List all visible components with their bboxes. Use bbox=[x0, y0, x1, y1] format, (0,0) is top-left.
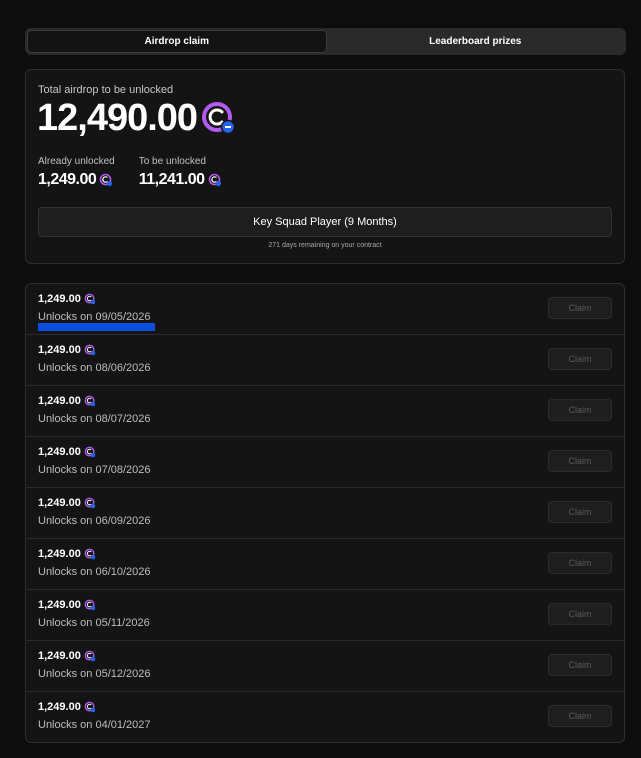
unlock-date: Unlocks on 06/09/2026 bbox=[38, 515, 151, 527]
claim-button[interactable]: Claim bbox=[548, 603, 612, 625]
already-unlocked-label: Already unlocked bbox=[38, 156, 115, 167]
unlock-amount-row: 1,249.00 bbox=[38, 548, 96, 560]
unlock-date: Unlocks on 06/10/2026 bbox=[38, 566, 151, 578]
unlock-row: 1,249.00 Unlocks on 08/06/2026 Claim bbox=[26, 335, 624, 386]
unlock-date: Unlocks on 05/12/2026 bbox=[38, 668, 151, 680]
unlock-row: 1,249.00 Unlocks on 06/10/2026 Claim bbox=[26, 539, 624, 590]
unlock-amount: 1,249.00 bbox=[38, 497, 81, 509]
token-coin-icon bbox=[84, 446, 96, 458]
unlock-amount-row: 1,249.00 bbox=[38, 344, 96, 356]
token-coin-icon bbox=[208, 173, 222, 187]
unlock-date: Unlocks on 05/11/2026 bbox=[38, 617, 150, 629]
unlock-amount: 1,249.00 bbox=[38, 446, 81, 458]
claim-button[interactable]: Claim bbox=[548, 501, 612, 523]
token-coin-icon bbox=[99, 173, 113, 187]
unlock-amount: 1,249.00 bbox=[38, 650, 81, 662]
unlock-date: Unlocks on 08/06/2026 bbox=[38, 362, 151, 374]
token-coin-icon bbox=[84, 293, 96, 305]
contract-remaining-text: 271 days remaining on your contract bbox=[268, 242, 382, 249]
claim-button[interactable]: Claim bbox=[548, 654, 612, 676]
unlock-row: 1,249.00 Unlocks on 09/05/2026 Claim bbox=[26, 284, 624, 335]
token-coin-icon bbox=[84, 701, 96, 713]
unlock-date: Unlocks on 08/07/2026 bbox=[38, 413, 151, 425]
token-coin-icon bbox=[84, 497, 96, 509]
token-coin-icon bbox=[84, 395, 96, 407]
total-airdrop-row: 12,490.00 bbox=[37, 97, 237, 139]
unlock-schedule-list: 1,249.00 Unlocks on 09/05/2026 Claim 1,249.… bbox=[25, 283, 625, 743]
unlock-date: Unlocks on 07/08/2026 bbox=[38, 464, 151, 476]
token-coin-icon bbox=[84, 344, 96, 356]
unlock-progress-bar bbox=[38, 323, 299, 331]
unlock-row: 1,249.00 Unlocks on 05/11/2026 Claim bbox=[26, 590, 624, 641]
claim-button[interactable]: Claim bbox=[548, 297, 612, 319]
unlock-row: 1,249.00 Unlocks on 08/07/2026 Claim bbox=[26, 386, 624, 437]
to-be-unlocked-label: To be unlocked bbox=[138, 156, 206, 167]
tab-bar: Airdrop claim Leaderboard prizes bbox=[25, 28, 626, 55]
unlock-date: Unlocks on 09/05/2026 bbox=[38, 311, 151, 323]
token-coin-icon bbox=[84, 599, 96, 611]
unlock-amount-row: 1,249.00 bbox=[38, 395, 96, 407]
unlock-amount-row: 1,249.00 bbox=[38, 650, 96, 662]
token-coin-icon bbox=[84, 548, 96, 560]
unlock-row: 1,249.00 Unlocks on 06/09/2026 Claim bbox=[26, 488, 624, 539]
unlock-row: 1,249.00 Unlocks on 07/08/2026 Claim bbox=[26, 437, 624, 488]
claim-button[interactable]: Claim bbox=[548, 705, 612, 727]
already-unlocked-value: 1,249.00 bbox=[38, 171, 97, 188]
unlock-amount: 1,249.00 bbox=[38, 599, 81, 611]
token-coin-icon bbox=[84, 650, 96, 662]
unlock-amount-row: 1,249.00 bbox=[38, 446, 96, 458]
unlock-amount: 1,249.00 bbox=[38, 344, 81, 356]
tab-airdrop-claim[interactable]: Airdrop claim bbox=[27, 30, 327, 53]
unlock-row: 1,249.00 Unlocks on 05/12/2026 Claim bbox=[26, 641, 624, 692]
already-unlocked-stat: Already unlocked 1,249.00 bbox=[38, 156, 115, 189]
tab-leaderboard-prizes[interactable]: Leaderboard prizes bbox=[327, 30, 625, 53]
unlock-amount: 1,249.00 bbox=[38, 701, 81, 713]
token-coin-icon bbox=[201, 99, 237, 137]
player-contract-button[interactable]: Key Squad Player (9 Months) bbox=[38, 207, 612, 237]
claim-button[interactable]: Claim bbox=[548, 552, 612, 574]
unlock-amount: 1,249.00 bbox=[38, 293, 81, 305]
unlock-date: Unlocks on 04/01/2027 bbox=[38, 719, 151, 731]
unlock-progress-fill bbox=[38, 323, 156, 331]
unlock-stats: Already unlocked 1,249.00 To be unlocked… bbox=[38, 156, 222, 189]
claim-button[interactable]: Claim bbox=[548, 450, 612, 472]
unlock-amount-row: 1,249.00 bbox=[38, 497, 96, 509]
unlock-amount-row: 1,249.00 bbox=[38, 701, 96, 713]
to-be-unlocked-value: 11,241.00 bbox=[138, 171, 205, 188]
unlock-row: 1,249.00 Unlocks on 04/01/2027 Claim bbox=[26, 692, 624, 743]
unlock-amount: 1,249.00 bbox=[38, 548, 81, 560]
claim-button[interactable]: Claim bbox=[548, 399, 612, 421]
total-airdrop-amount: 12,490.00 bbox=[37, 97, 198, 139]
unlock-amount-row: 1,249.00 bbox=[38, 293, 96, 305]
airdrop-summary-card: Total airdrop to be unlocked 12,490.00 A… bbox=[25, 69, 625, 264]
total-airdrop-label: Total airdrop to be unlocked bbox=[38, 84, 174, 96]
to-be-unlocked-stat: To be unlocked 11,241.00 bbox=[139, 156, 222, 189]
unlock-amount-row: 1,249.00 bbox=[38, 599, 96, 611]
unlock-amount: 1,249.00 bbox=[38, 395, 81, 407]
claim-button[interactable]: Claim bbox=[548, 348, 612, 370]
